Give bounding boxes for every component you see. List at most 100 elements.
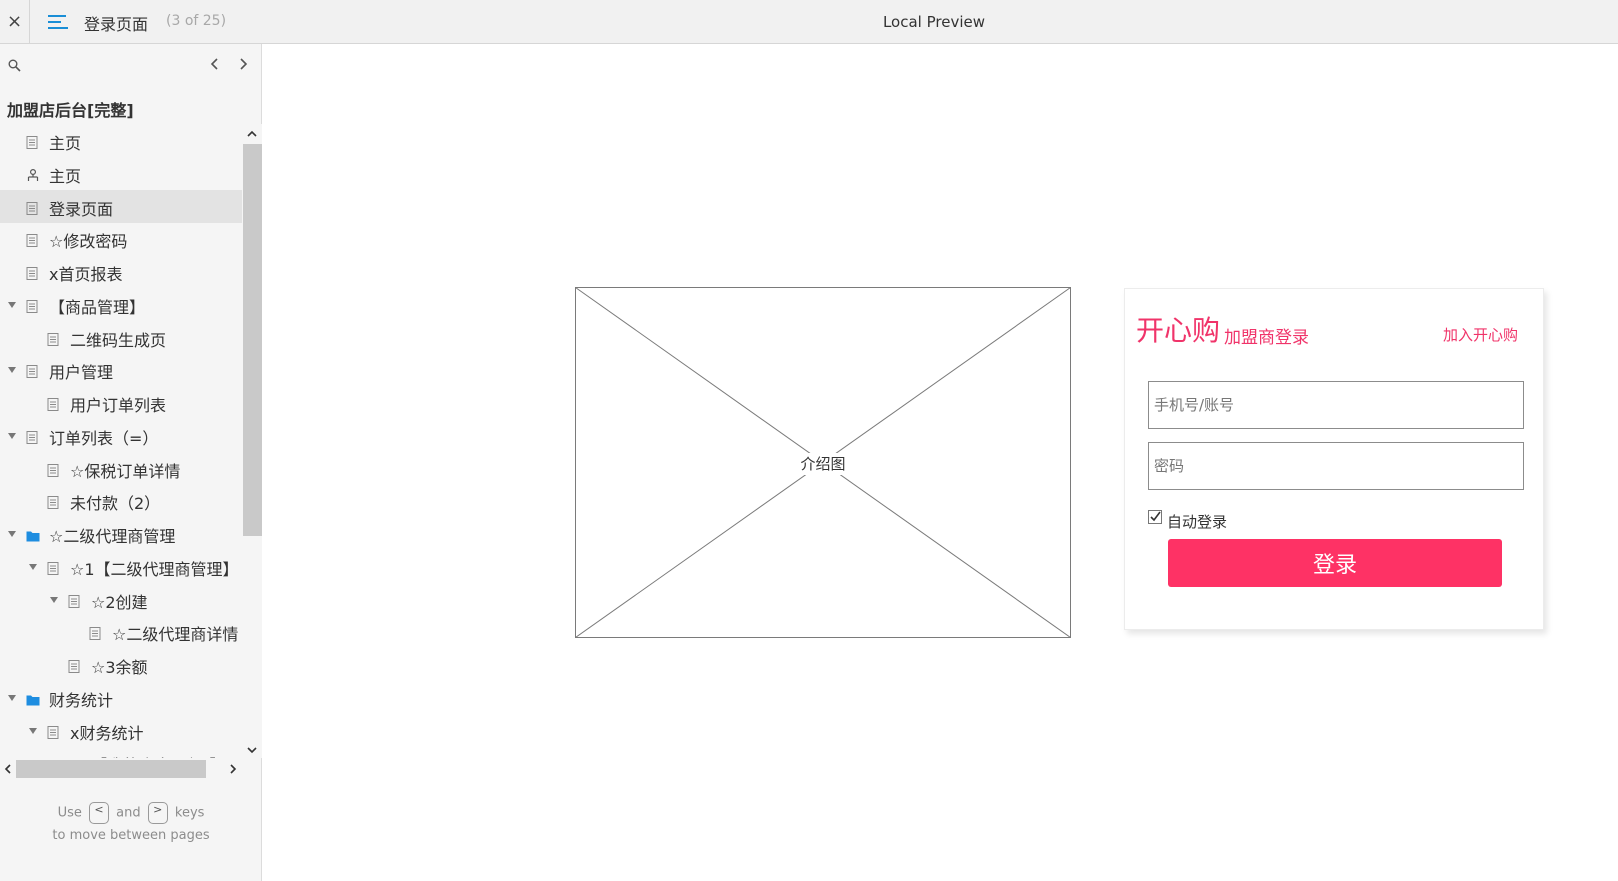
sidebar-item-label: ☆3余额 <box>91 658 148 677</box>
page-icon <box>89 625 101 641</box>
sidebar-item[interactable]: 订单列表（=） <box>0 419 242 452</box>
expand-caret-icon[interactable] <box>8 432 16 439</box>
sidebar-item-label: 未付款（2） <box>70 494 161 514</box>
folder-icon <box>26 527 40 542</box>
keyboard-hint: Use < and > keys <box>0 802 262 824</box>
previous-page-button[interactable] <box>207 55 223 73</box>
page-icon <box>26 265 38 280</box>
expand-caret-icon[interactable] <box>8 694 16 701</box>
hint-keys: keys <box>174 805 205 821</box>
sidebar-item-label: 订单列表（=） <box>49 428 159 448</box>
checkmark-icon <box>1150 511 1161 522</box>
project-title: 加盟店后台[完整] <box>7 101 134 120</box>
sidebar-item-label: 主页 <box>49 166 82 186</box>
sidebar: 加盟店后台[完整] 主页 主页 登录页面 ☆修改密码 x首页报表 【商品管理】 二维码生成页… <box>0 44 262 881</box>
page-icon <box>47 462 59 477</box>
page-icon <box>47 331 59 346</box>
sidebar-item-label: ☆二级代理商详情 <box>112 625 239 645</box>
page-icon <box>47 560 59 575</box>
sidebar-item[interactable]: ☆二级代理商管理 <box>0 517 242 550</box>
page-icon <box>26 232 38 248</box>
sidebar-item[interactable]: 财务统计 <box>0 681 242 714</box>
chevron-right-icon <box>240 58 248 70</box>
sidebar-item-label: 【我的资产(1级)】 <box>91 752 226 758</box>
sidebar-item[interactable]: x财务统计 <box>0 714 242 747</box>
page-icon <box>68 658 80 673</box>
top-bar: × 登录页面 (3 of 25) Local Preview <box>0 0 1618 44</box>
sidebar-item[interactable]: 用户管理 <box>0 353 242 386</box>
sidebar-item-label: 财务统计 <box>49 690 114 710</box>
sidebar-item[interactable]: 主页 <box>0 157 242 190</box>
window-title: Local Preview <box>882 13 986 31</box>
sidebar-item-label: 二维码生成页 <box>70 330 167 350</box>
brand-subtitle: 加盟商登录 <box>1224 328 1309 348</box>
sidebar-item[interactable]: 【商品管理】 <box>0 288 242 321</box>
hint-and: and <box>116 805 141 821</box>
page-icon <box>68 593 80 608</box>
sidebar-item[interactable]: ☆二级代理商详情 <box>0 615 242 648</box>
brand-name: 开心购 <box>1136 314 1221 347</box>
page-icon <box>26 429 38 444</box>
account-input[interactable] <box>1148 381 1524 429</box>
scroll-up-icon[interactable] <box>246 128 258 140</box>
sidebar-item[interactable]: ☆修改密码 <box>0 222 242 255</box>
expand-caret-icon[interactable] <box>50 596 58 603</box>
sidebar-item-label: x财务统计 <box>70 723 144 743</box>
sidebar-item[interactable]: ☆3余额 <box>0 648 242 681</box>
join-link[interactable]: 加入开心购 <box>1443 324 1518 345</box>
sidebar-item-label: 用户管理 <box>49 363 114 383</box>
sidebar-item[interactable]: 用户订单列表 <box>0 386 242 419</box>
sidebar-item[interactable]: ☆2创建 <box>0 583 242 616</box>
page-icon <box>26 298 38 313</box>
page-icon <box>47 724 59 739</box>
scroll-right-icon[interactable] <box>227 762 239 776</box>
sidebar-item[interactable]: 主页 <box>0 124 242 157</box>
sidebar-item[interactable]: 登录页面 <box>0 189 242 223</box>
next-key-icon: > <box>147 802 168 824</box>
folder-icon <box>26 691 40 706</box>
sidebar-item[interactable]: 二维码生成页 <box>0 321 242 354</box>
prev-key-icon: < <box>89 802 109 824</box>
sidebar-item-label: ☆二级代理商管理 <box>49 527 176 546</box>
sidebar-item-label: ☆2创建 <box>91 592 148 612</box>
page-tree: 主页 主页 登录页面 ☆修改密码 x首页报表 【商品管理】 二维码生成页 用户管理 用户订单列表… <box>0 124 242 758</box>
sidebar-item-label: ☆1【二级代理商管理】 <box>70 559 239 579</box>
scroll-left-icon[interactable] <box>2 762 14 776</box>
sidebar-item[interactable]: ☆保税订单详情 <box>0 452 242 485</box>
sidebar-item[interactable]: ☆1【二级代理商管理】 <box>0 550 242 583</box>
page-icon <box>47 396 59 411</box>
expand-caret-icon[interactable] <box>29 727 37 734</box>
hint-use: Use <box>57 805 82 821</box>
expand-caret-icon[interactable] <box>8 301 16 308</box>
page-icon <box>47 494 59 510</box>
page-icon <box>26 134 38 149</box>
sidebar-item[interactable]: 【我的资产(1级)】 <box>0 746 242 758</box>
auto-login-checkbox[interactable] <box>1148 510 1162 524</box>
page-icon <box>26 200 38 215</box>
sidebar-item-label: 登录页面 <box>49 199 114 219</box>
auto-login-label: 自动登录 <box>1167 513 1228 531</box>
login-panel: 开心购 加盟商登录 加入开心购 自动登录 登录 <box>1124 288 1544 630</box>
page-icon <box>26 363 38 379</box>
sidebar-item-label: 用户订单列表 <box>70 396 167 415</box>
keyboard-hint-line2: to move between pages <box>52 828 210 843</box>
sitemap-icon <box>26 167 39 181</box>
intro-image-label: 介绍图 <box>797 453 849 475</box>
expand-caret-icon[interactable] <box>8 367 16 374</box>
expand-caret-icon[interactable] <box>8 531 16 537</box>
sidebar-item-label: 主页 <box>49 134 82 153</box>
password-input[interactable] <box>1148 442 1524 490</box>
sidebar-item-label: 【商品管理】 <box>49 297 146 317</box>
sidebar-item[interactable]: x首页报表 <box>0 255 242 288</box>
chevron-left-icon <box>210 58 218 70</box>
sidebar-item[interactable]: 未付款（2） <box>0 484 242 517</box>
vertical-scroll-thumb[interactable] <box>243 144 262 536</box>
sidebar-item-label: ☆保税订单详情 <box>70 461 181 481</box>
search-icon[interactable] <box>8 59 21 72</box>
scroll-down-icon[interactable] <box>246 744 258 756</box>
page-icon <box>68 756 80 758</box>
horizontal-scroll-thumb[interactable] <box>16 760 206 778</box>
next-page-button[interactable] <box>235 55 251 73</box>
expand-caret-icon[interactable] <box>29 563 37 570</box>
login-button[interactable]: 登录 <box>1168 539 1502 587</box>
